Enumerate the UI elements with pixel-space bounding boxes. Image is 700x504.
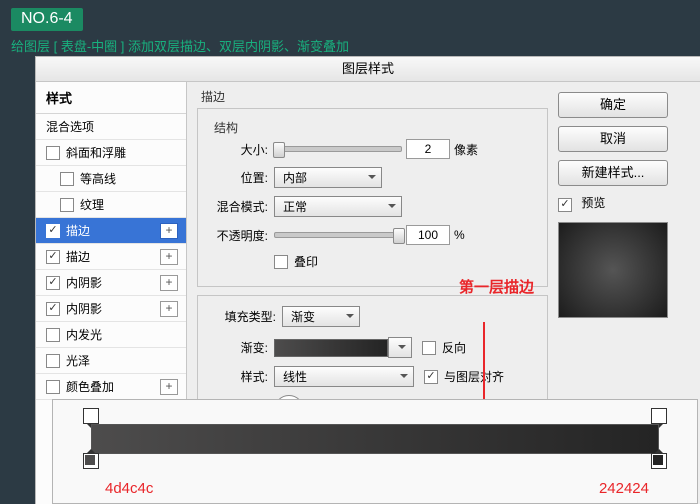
color-label-right: 242424 — [599, 480, 649, 497]
color-stop-left[interactable] — [83, 453, 99, 469]
size-label: 大小: — [210, 141, 268, 158]
overprint-checkbox[interactable] — [274, 255, 288, 269]
ok-button[interactable]: 确定 — [558, 92, 668, 118]
color-stop-right[interactable] — [651, 453, 667, 469]
opacity-label: 不透明度: — [210, 227, 268, 244]
filltype-select[interactable]: 渐变 — [282, 306, 360, 327]
size-slider[interactable] — [274, 146, 402, 152]
style-select[interactable]: 线性 — [274, 366, 414, 387]
opacity-stop-right[interactable] — [651, 408, 667, 424]
sidebar-item-innershadow-2[interactable]: 内阴影+ — [36, 296, 186, 322]
step-tag: NO.6-4 — [11, 8, 83, 31]
style-label: 样式: — [210, 368, 268, 385]
add-icon[interactable]: + — [160, 301, 178, 317]
sidebar-item-coloroverlay[interactable]: 颜色叠加+ — [36, 374, 186, 400]
add-icon[interactable]: + — [160, 223, 178, 239]
add-icon[interactable]: + — [160, 379, 178, 395]
gradient-label: 渐变: — [210, 339, 268, 356]
annotation-first-stroke: 第一层描边 — [459, 276, 534, 297]
sidebar-heading: 样式 — [36, 82, 186, 114]
size-input[interactable]: 2 — [406, 139, 450, 159]
overprint-label: 叠印 — [294, 253, 318, 270]
opacity-input[interactable]: 100 — [406, 225, 450, 245]
cancel-button[interactable]: 取消 — [558, 126, 668, 152]
panel-title: 描边 — [201, 88, 548, 105]
align-label: 与图层对齐 — [444, 368, 504, 385]
new-style-button[interactable]: 新建样式... — [558, 160, 668, 186]
sidebar-item-texture[interactable]: 纹理 — [36, 192, 186, 218]
reverse-label: 反向 — [442, 339, 466, 356]
sidebar-item-satin[interactable]: 光泽 — [36, 348, 186, 374]
step-caption: 给图层 [ 表盘-中圈 ] 添加双层描边、双层内阴影、渐变叠加 — [11, 36, 349, 55]
preview-thumbnail — [558, 222, 668, 318]
sidebar-item-innerglow[interactable]: 内发光 — [36, 322, 186, 348]
blendmode-label: 混合模式: — [210, 198, 268, 215]
blendmode-select[interactable]: 正常 — [274, 196, 402, 217]
sidebar-item-bevel[interactable]: 斜面和浮雕 — [36, 140, 186, 166]
opacity-stop-left[interactable] — [83, 408, 99, 424]
percent-unit: % — [454, 228, 465, 242]
sidebar-item-stroke-2[interactable]: 描边+ — [36, 244, 186, 270]
align-checkbox[interactable] — [424, 370, 438, 384]
filltype-label: 填充类型: — [210, 308, 276, 325]
gradient-editor: 4d4c4c 242424 — [52, 399, 698, 504]
reverse-checkbox[interactable] — [422, 341, 436, 355]
color-label-left: 4d4c4c — [105, 480, 153, 497]
size-unit: 像素 — [454, 141, 478, 158]
add-icon[interactable]: + — [160, 275, 178, 291]
dialog-title: 图层样式 — [36, 57, 700, 82]
preview-label: 预览 — [581, 196, 605, 210]
structure-label: 结构 — [214, 119, 535, 136]
structure-group: 结构 大小: 2 像素 位置: 内部 混合模式: 正常 不透 — [197, 108, 548, 287]
gradient-swatch[interactable] — [274, 339, 388, 357]
sidebar-item-stroke-1[interactable]: 描边+ — [36, 218, 186, 244]
position-label: 位置: — [210, 169, 268, 186]
sidebar-item-innershadow-1[interactable]: 内阴影+ — [36, 270, 186, 296]
preview-checkbox[interactable] — [558, 198, 572, 212]
sidebar-item-contour[interactable]: 等高线 — [36, 166, 186, 192]
sidebar-item-blending[interactable]: 混合选项 — [36, 114, 186, 140]
gradient-dropdown[interactable] — [388, 337, 412, 358]
position-select[interactable]: 内部 — [274, 167, 382, 188]
gradient-bar[interactable] — [91, 424, 659, 454]
add-icon[interactable]: + — [160, 249, 178, 265]
opacity-slider[interactable] — [274, 232, 402, 238]
